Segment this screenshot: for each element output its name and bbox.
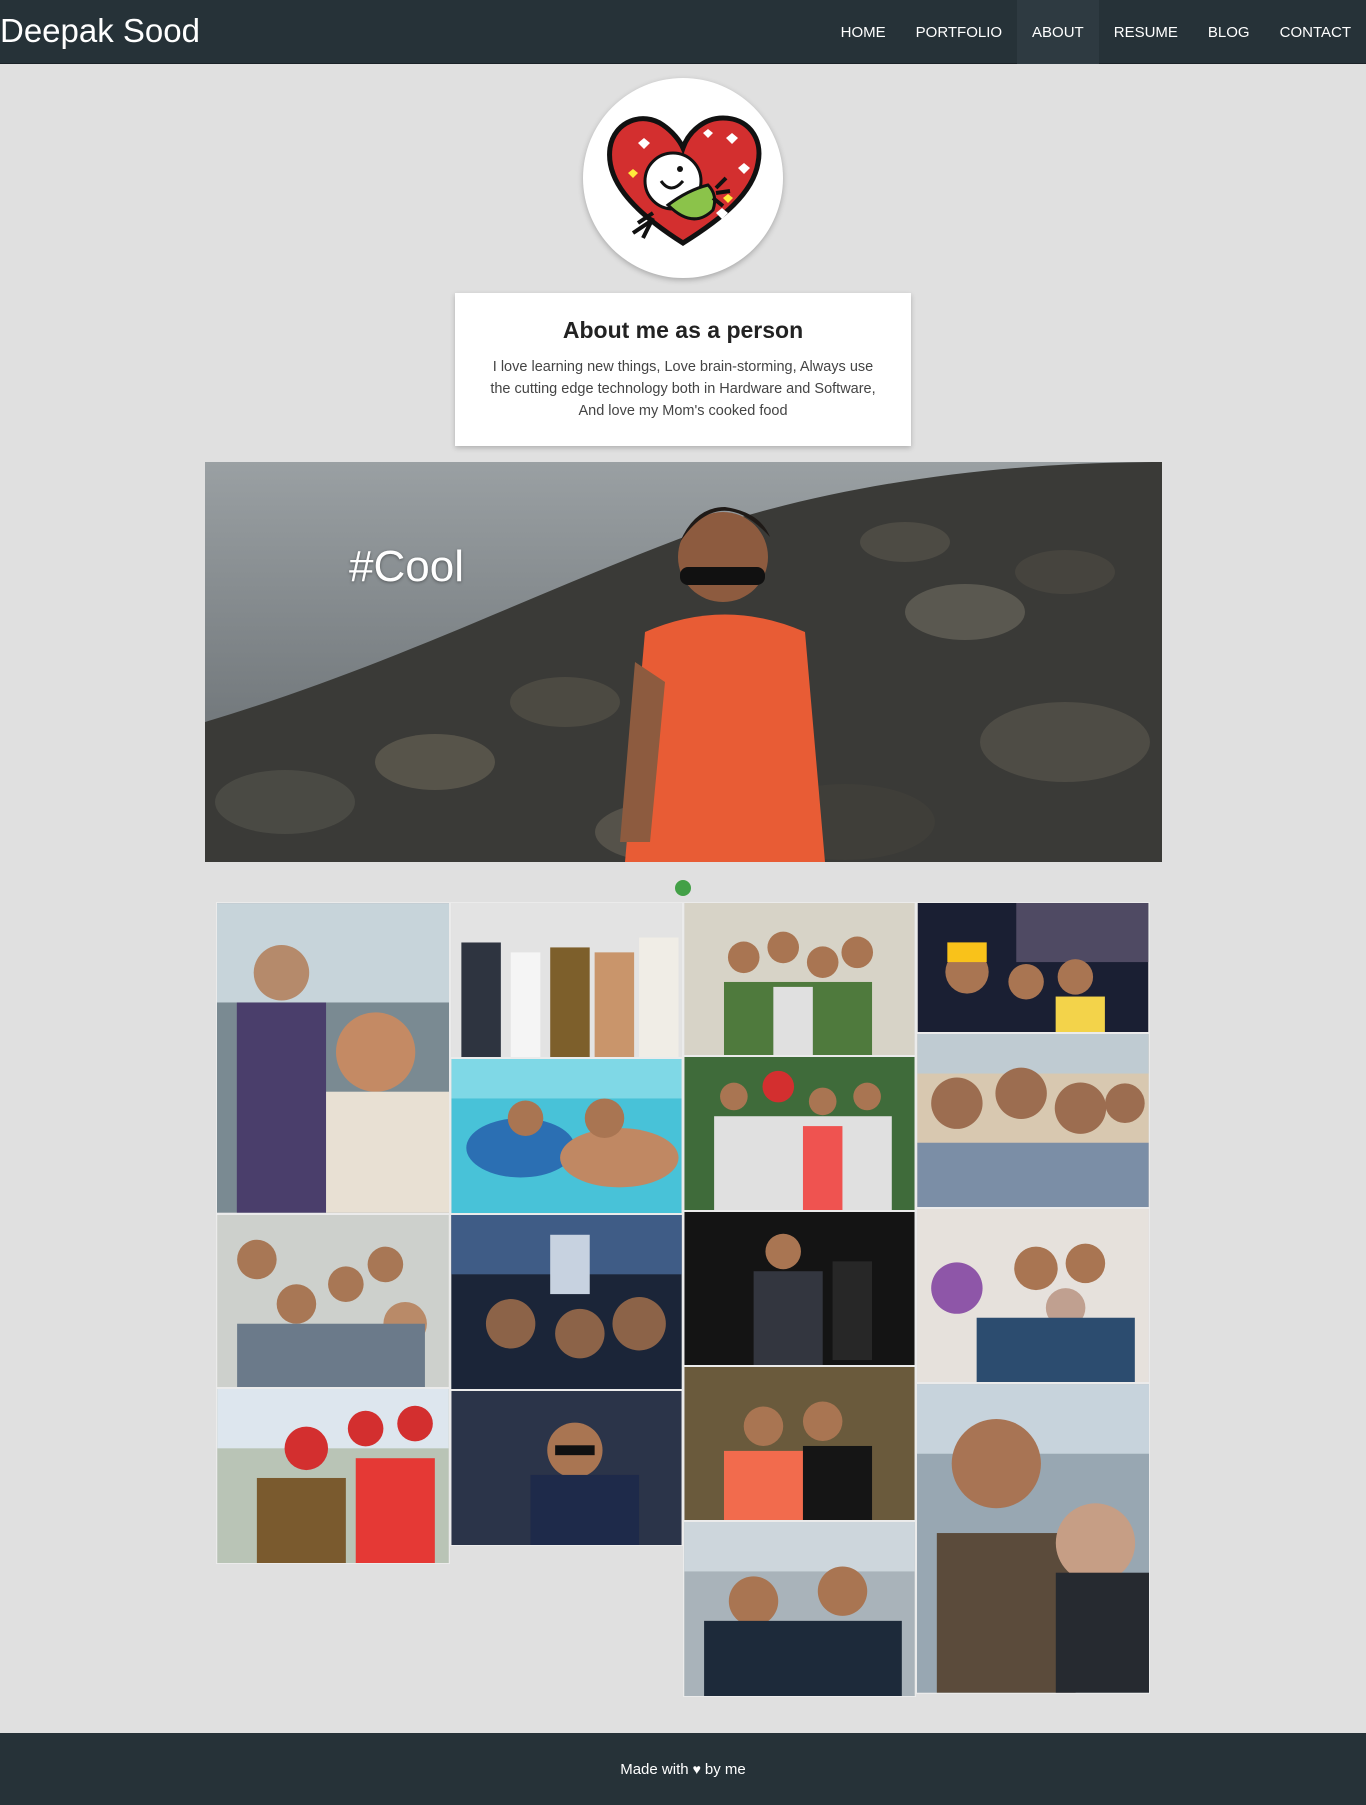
about-card: About me as a person I love learning new…	[455, 293, 911, 446]
gallery-photo[interactable]	[216, 902, 450, 1214]
gallery-photo[interactable]	[450, 1390, 683, 1546]
footer-prefix: Made with	[620, 1760, 689, 1778]
nav-links: HOME PORTFOLIO ABOUT RESUME BLOG CONTACT	[826, 0, 1366, 64]
nav-item-blog[interactable]: BLOG	[1193, 0, 1265, 64]
heart-smiley-logo-icon	[607, 115, 762, 246]
gallery-photo[interactable]	[916, 902, 1150, 1033]
photo-gallery	[216, 902, 1151, 1697]
gallery-photo[interactable]	[450, 1214, 683, 1390]
nav-item-portfolio[interactable]: PORTFOLIO	[901, 0, 1017, 64]
gallery-photo[interactable]	[683, 1366, 916, 1521]
gallery-photo[interactable]	[683, 1056, 916, 1211]
hero-slider[interactable]: #Cool	[205, 462, 1162, 862]
top-navbar: Deepak Sood HOME PORTFOLIO ABOUT RESUME …	[0, 0, 1366, 64]
gallery-photo[interactable]	[216, 1214, 450, 1388]
heart-icon: ♥	[692, 1761, 701, 1777]
gallery-photo[interactable]	[683, 1521, 916, 1697]
gallery-photo[interactable]	[216, 1388, 450, 1564]
about-text: I love learning new things, Love brain-s…	[490, 359, 876, 419]
gallery-photo[interactable]	[450, 902, 683, 1058]
page-footer: Made with ♥ by me	[0, 1733, 1366, 1805]
footer-suffix: by me	[704, 1760, 746, 1778]
gallery-photo[interactable]	[683, 902, 916, 1056]
about-title: About me as a person	[562, 317, 804, 343]
hero-photo	[205, 462, 1162, 862]
hero-caption: #Cool	[349, 542, 464, 591]
gallery-photo[interactable]	[450, 1058, 683, 1214]
gallery-photo[interactable]	[916, 1383, 1150, 1694]
nav-item-contact[interactable]: CONTACT	[1265, 0, 1366, 64]
site-brand[interactable]: Deepak Sood	[0, 12, 200, 50]
gallery-photo[interactable]	[916, 1033, 1150, 1208]
nav-item-home[interactable]: HOME	[826, 0, 901, 64]
slider-dot-active[interactable]	[675, 880, 691, 896]
gallery-photo[interactable]	[916, 1208, 1150, 1383]
profile-avatar	[583, 78, 783, 278]
gallery-photo[interactable]	[683, 1211, 916, 1366]
nav-item-about[interactable]: ABOUT	[1017, 0, 1099, 64]
nav-item-resume[interactable]: RESUME	[1099, 0, 1193, 64]
